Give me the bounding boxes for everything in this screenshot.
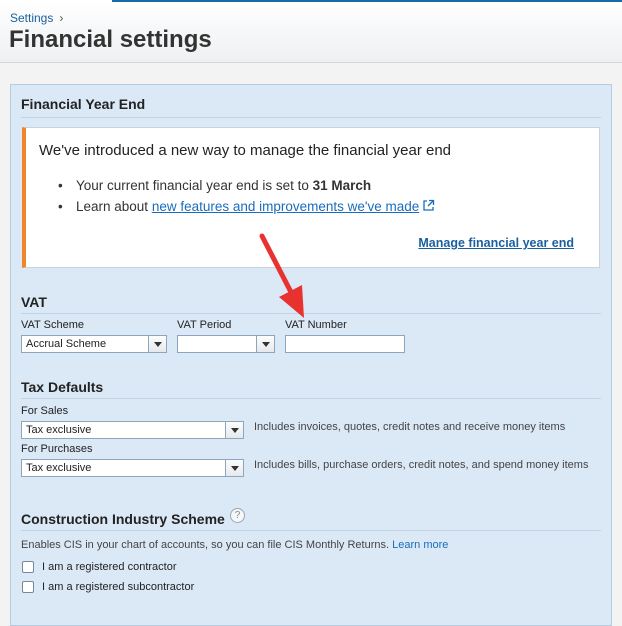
vat-section-title: VAT bbox=[21, 294, 47, 310]
section-divider bbox=[21, 313, 601, 314]
registered-subcontractor-checkbox[interactable] bbox=[22, 581, 34, 593]
cis-description-text: Enables CIS in your chart of accounts, s… bbox=[21, 539, 390, 551]
for-sales-label: For Sales bbox=[21, 405, 69, 417]
purchases-tax-hint: Includes bills, purchase orders, credit … bbox=[254, 459, 589, 471]
year-end-text: Your current financial year end is set t… bbox=[76, 178, 313, 193]
vat-scheme-select[interactable]: Accrual Scheme bbox=[21, 335, 167, 353]
breadcrumb-settings-link[interactable]: Settings bbox=[10, 11, 53, 25]
page-title: Financial settings bbox=[9, 26, 212, 53]
registered-contractor-label[interactable]: I am a registered contractor bbox=[42, 561, 177, 573]
cis-section-title: Construction Industry Scheme bbox=[21, 511, 225, 527]
registered-contractor-checkbox[interactable] bbox=[22, 561, 34, 573]
vat-period-label: VAT Period bbox=[177, 319, 232, 331]
financial-year-notice: We've introduced a new way to manage the… bbox=[22, 127, 600, 268]
registered-subcontractor-label[interactable]: I am a registered subcontractor bbox=[42, 581, 194, 593]
cis-description: Enables CIS in your chart of accounts, s… bbox=[21, 539, 448, 551]
vat-number-label: VAT Number bbox=[285, 319, 347, 331]
vat-scheme-label: VAT Scheme bbox=[21, 319, 84, 331]
cis-learn-more-link[interactable]: Learn more bbox=[392, 539, 448, 551]
notice-bullet-year-end: Your current financial year end is set t… bbox=[58, 175, 435, 196]
section-divider bbox=[21, 117, 601, 118]
settings-panel: Financial Year End We've introduced a ne… bbox=[10, 84, 612, 626]
financial-year-end-title: Financial Year End bbox=[21, 96, 146, 112]
vat-number-input[interactable] bbox=[285, 335, 405, 353]
chevron-down-icon bbox=[231, 428, 239, 433]
vat-scheme-dropdown-button[interactable] bbox=[148, 336, 166, 352]
purchases-tax-value: Tax exclusive bbox=[26, 462, 92, 474]
external-link-icon[interactable] bbox=[422, 199, 435, 212]
breadcrumb[interactable]: Settings › bbox=[10, 11, 63, 25]
sales-tax-value: Tax exclusive bbox=[26, 424, 92, 436]
section-divider bbox=[21, 530, 601, 531]
learn-about-text: Learn about bbox=[76, 199, 152, 214]
sales-tax-select[interactable]: Tax exclusive bbox=[21, 421, 244, 439]
chevron-down-icon bbox=[231, 466, 239, 471]
vat-scheme-value: Accrual Scheme bbox=[26, 338, 107, 350]
section-divider bbox=[21, 398, 601, 399]
tax-defaults-title: Tax Defaults bbox=[21, 379, 104, 395]
purchases-tax-select[interactable]: Tax exclusive bbox=[21, 459, 244, 477]
notice-bullet-learn: Learn about new features and improvement… bbox=[58, 196, 435, 217]
sales-tax-hint: Includes invoices, quotes, credit notes … bbox=[254, 421, 566, 433]
header-accent-line bbox=[112, 0, 622, 2]
question-mark-icon[interactable]: ? bbox=[230, 508, 245, 523]
year-end-value: 31 March bbox=[312, 178, 372, 193]
notice-heading: We've introduced a new way to manage the… bbox=[39, 142, 452, 159]
vat-period-select[interactable] bbox=[177, 335, 275, 353]
chevron-down-icon bbox=[262, 342, 270, 347]
chevron-down-icon bbox=[154, 342, 162, 347]
vat-period-dropdown-button[interactable] bbox=[256, 336, 274, 352]
sales-tax-dropdown-button[interactable] bbox=[225, 422, 243, 438]
for-purchases-label: For Purchases bbox=[21, 443, 93, 455]
new-features-link[interactable]: new features and improvements we've made bbox=[152, 199, 419, 214]
manage-financial-year-end-link[interactable]: Manage financial year end bbox=[418, 236, 574, 250]
breadcrumb-separator-icon: › bbox=[59, 11, 64, 25]
purchases-tax-dropdown-button[interactable] bbox=[225, 460, 243, 476]
page-header: Settings › Financial settings bbox=[0, 0, 622, 63]
notice-bullet-list: Your current financial year end is set t… bbox=[58, 175, 435, 217]
